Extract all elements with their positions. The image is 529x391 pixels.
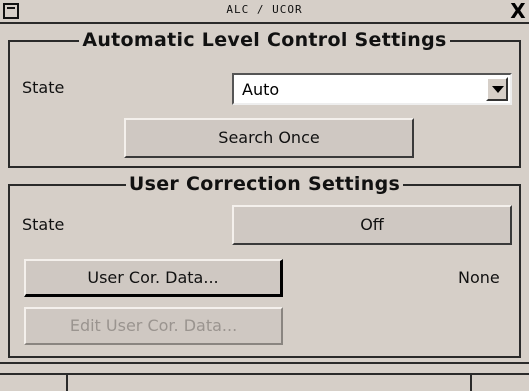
title-bar[interactable]: ALC / UCOR X	[0, 0, 529, 24]
ucor-state-toggle-button[interactable]: Off	[232, 205, 512, 245]
ucor-group-heading: User Correction Settings	[10, 173, 519, 195]
status-bar	[0, 373, 529, 391]
alc-state-label: State	[22, 78, 65, 97]
status-bar-divider	[470, 375, 472, 391]
alc-group-heading: Automatic Level Control Settings	[10, 29, 519, 51]
alc-state-value: Auto	[242, 80, 280, 99]
close-icon[interactable]: X	[509, 1, 527, 21]
ucor-state-label: State	[22, 215, 65, 234]
window-title: ALC / UCOR	[226, 3, 303, 16]
alc-ucor-dialog: ALC / UCOR X Automatic Level Control Set…	[0, 0, 529, 391]
divider	[0, 362, 529, 364]
alc-state-dropdown[interactable]: Auto	[232, 73, 512, 105]
chevron-down-icon[interactable]	[486, 77, 508, 101]
alc-group-title: Automatic Level Control Settings	[79, 29, 450, 51]
ucor-group-title: User Correction Settings	[125, 173, 404, 195]
user-cor-data-value: None	[458, 268, 500, 287]
edit-user-cor-data-button: Edit User Cor. Data...	[24, 307, 283, 345]
user-cor-data-button[interactable]: User Cor. Data...	[24, 259, 283, 297]
search-once-button[interactable]: Search Once	[124, 118, 414, 158]
status-bar-divider	[66, 375, 68, 391]
